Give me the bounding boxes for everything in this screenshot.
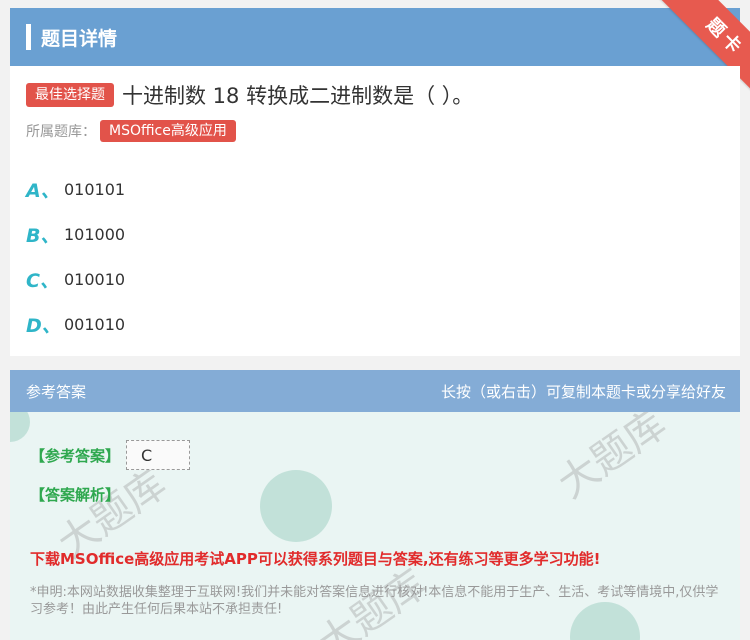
reference-answer-label: 【参考答案】 [30, 446, 121, 465]
question-text: 十进制数 18 转换成二进制数是（ ）。 [122, 84, 474, 108]
reference-answer-value: C [126, 440, 191, 470]
option-a[interactable]: A、 010101 [26, 176, 125, 203]
answer-analysis-label: 【答案解析】 [30, 486, 121, 504]
question-row: 最佳选择题 十进制数 18 转换成二进制数是（ ）。 [26, 80, 473, 110]
reference-answer: 【参考答案】 C [30, 440, 191, 470]
option-text: 001010 [64, 315, 126, 334]
question-type-badge: 最佳选择题 [26, 83, 114, 107]
option-c[interactable]: C、 010010 [26, 266, 125, 293]
page-header: 题目详情 [10, 8, 740, 66]
bank-link[interactable]: MSOffice高级应用 [100, 120, 236, 142]
download-app-link[interactable]: 下载MSOffice高级应用考试APP可以获得系列题目与答案,还有练习等更多学习… [30, 548, 600, 569]
option-text: 010010 [64, 270, 126, 289]
share-hint: 长按（或右击）可复制本题卡或分享给好友 [440, 382, 726, 401]
question-card: 最佳选择题 十进制数 18 转换成二进制数是（ ）。 所属题库： MSOffic… [10, 66, 740, 356]
page-title: 题目详情 [41, 27, 118, 50]
answer-header: 参考答案 长按（或右击）可复制本题卡或分享给好友 [10, 370, 740, 412]
option-letter: C、 [26, 270, 59, 292]
option-b[interactable]: B、 101000 [26, 221, 125, 248]
disclaimer-text: *申明:本网站数据收集整理于互联网!我们并未能对答案信息进行核对!本信息不能用于… [30, 585, 719, 617]
option-letter: B、 [26, 225, 60, 247]
option-d[interactable]: D、 001010 [26, 311, 125, 338]
answer-section-title: 参考答案 [26, 382, 87, 401]
header-accent-bar [26, 24, 31, 50]
option-letter: D、 [26, 315, 61, 337]
option-text: 010101 [64, 180, 126, 199]
option-letter: A、 [26, 180, 60, 202]
bank-label: 所属题库： [26, 124, 96, 140]
option-text: 101000 [64, 225, 126, 244]
answer-body: 大题库 大题库 大题库 【参考答案】 C 【答案解析】 下载MSOffice高级… [10, 412, 740, 640]
question-bank-row: 所属题库： MSOffice高级应用 [26, 120, 236, 142]
